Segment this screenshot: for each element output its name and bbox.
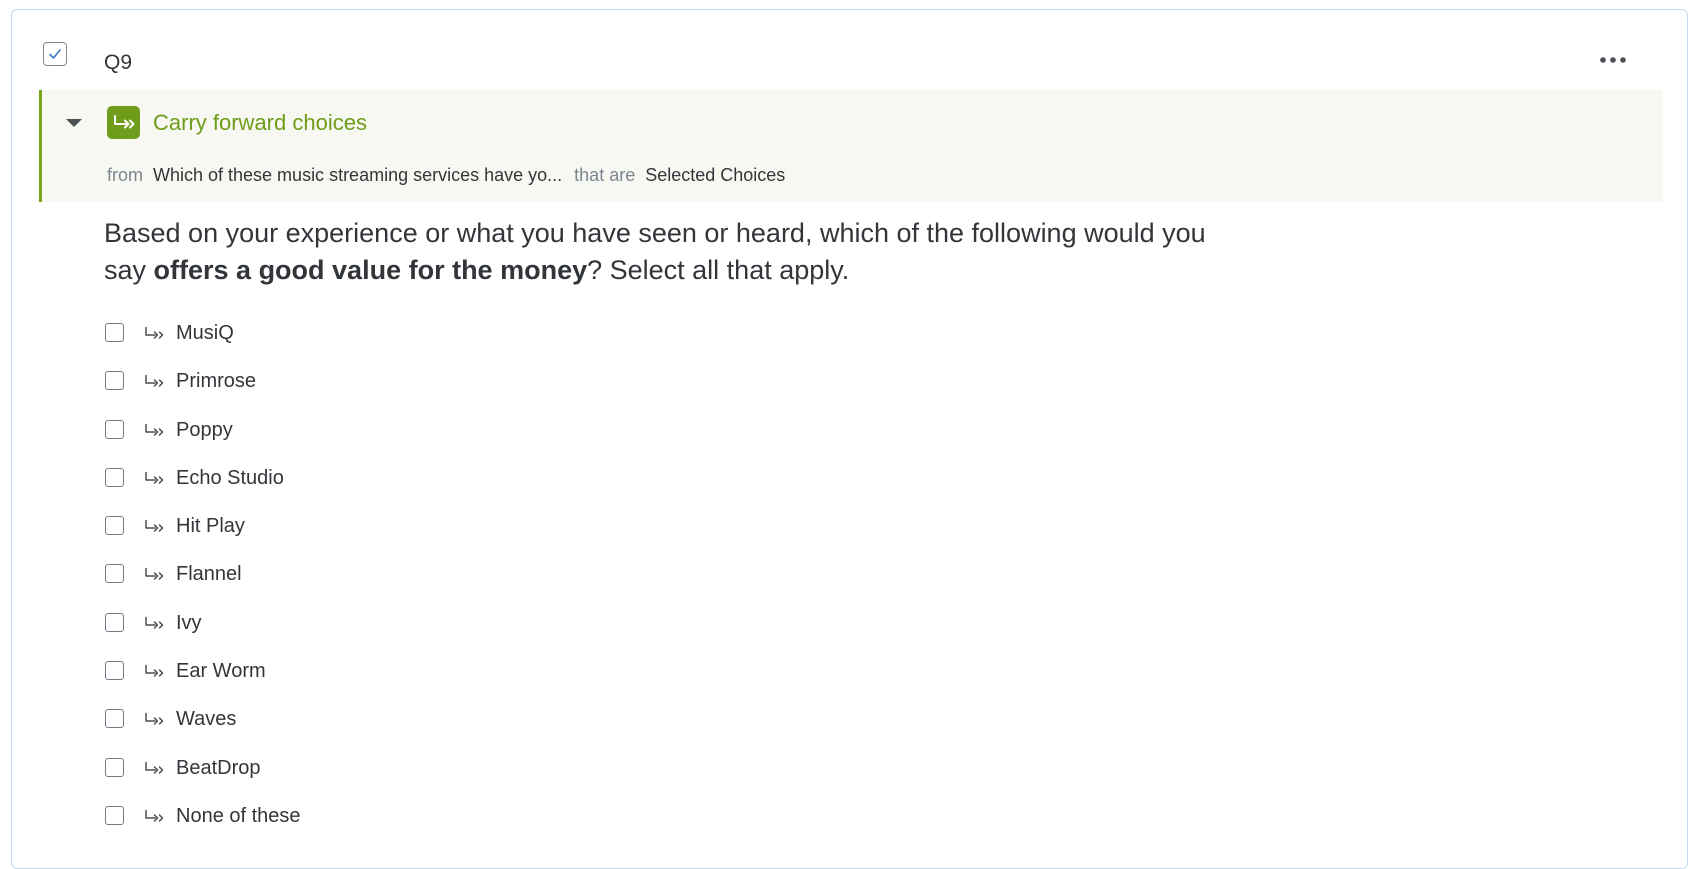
carry-forward-icon <box>144 567 166 583</box>
choice-checkbox[interactable] <box>105 661 124 681</box>
choice-list: MusiQ Primrose Poppy Echo Studio Hit Play Fla… <box>105 322 301 853</box>
choice-label[interactable]: None of these <box>176 805 301 827</box>
choice-checkbox[interactable] <box>105 323 124 342</box>
choice-label[interactable]: BeatDrop <box>176 757 261 779</box>
carry-forward-icon <box>144 423 166 439</box>
caret-down-icon <box>66 119 82 127</box>
choice-item[interactable]: MusiQ <box>105 322 301 370</box>
carry-forward-badge <box>107 106 140 139</box>
question-text-part2: ? Select all that apply. <box>587 255 850 285</box>
carry-forward-icon <box>144 809 166 825</box>
choice-item[interactable]: Hit Play <box>105 515 301 563</box>
choice-checkbox[interactable] <box>105 371 124 391</box>
choice-checkbox[interactable] <box>105 419 124 439</box>
carry-forward-source: from Which of these music streaming servi… <box>107 164 797 186</box>
choice-item[interactable]: Ivy <box>105 612 301 660</box>
question-id: Q9 <box>104 51 133 74</box>
choice-label[interactable]: Waves <box>176 708 236 730</box>
checkmark-icon <box>49 49 61 59</box>
choice-item[interactable]: Echo Studio <box>105 467 301 515</box>
choice-label[interactable]: Poppy <box>176 419 233 441</box>
question-select-checkbox[interactable] <box>43 42 67 66</box>
choice-label[interactable]: Flannel <box>176 563 242 585</box>
carry-forward-icon <box>144 326 166 342</box>
carry-forward-panel: Carry forward choices from Which of these… <box>39 90 1662 202</box>
choice-label[interactable]: Echo Studio <box>176 467 284 489</box>
choice-item[interactable]: Ear Worm <box>105 660 301 708</box>
choice-label[interactable]: MusiQ <box>176 322 234 344</box>
carry-forward-icon <box>144 471 166 487</box>
more-options-icon <box>1600 57 1626 63</box>
choice-checkbox[interactable] <box>105 805 124 825</box>
collapse-toggle[interactable] <box>64 113 84 133</box>
carry-forward-icon <box>144 519 166 535</box>
carry-forward-icon <box>144 374 166 390</box>
choice-item[interactable]: None of these <box>105 805 301 853</box>
carry-forward-icon <box>144 616 166 632</box>
more-options-button[interactable] <box>1595 48 1631 72</box>
that-are-label: that are <box>574 165 636 185</box>
choice-checkbox[interactable] <box>105 516 124 536</box>
choice-item[interactable]: BeatDrop <box>105 757 301 805</box>
choice-checkbox[interactable] <box>105 564 124 584</box>
source-question-link[interactable]: Which of these music streaming services … <box>153 165 562 185</box>
choice-item[interactable]: Primrose <box>105 370 301 418</box>
choice-item[interactable]: Poppy <box>105 419 301 467</box>
question-card: Q9 Carry forward choices from Which of th… <box>11 9 1688 869</box>
choice-checkbox[interactable] <box>105 467 124 487</box>
carry-forward-title[interactable]: Carry forward choices <box>153 109 367 137</box>
question-header: Q9 <box>12 10 1687 100</box>
choice-checkbox[interactable] <box>105 709 124 729</box>
question-text-bold: offers a good value for the money <box>153 255 588 285</box>
choice-item[interactable]: Waves <box>105 708 301 756</box>
choice-label[interactable]: Ear Worm <box>176 660 266 682</box>
carry-forward-icon <box>144 712 166 728</box>
choice-label[interactable]: Ivy <box>176 612 202 634</box>
choice-label[interactable]: Primrose <box>176 370 256 392</box>
filter-link[interactable]: Selected Choices <box>645 165 785 185</box>
choice-checkbox[interactable] <box>105 612 124 632</box>
choice-checkbox[interactable] <box>105 757 124 777</box>
question-text[interactable]: Based on your experience or what you hav… <box>104 215 1254 289</box>
carry-forward-icon <box>144 761 166 777</box>
choice-item[interactable]: Flannel <box>105 563 301 611</box>
carry-forward-icon <box>144 664 166 680</box>
choice-label[interactable]: Hit Play <box>176 515 245 537</box>
carry-forward-icon <box>113 114 134 128</box>
from-label: from <box>107 165 143 185</box>
